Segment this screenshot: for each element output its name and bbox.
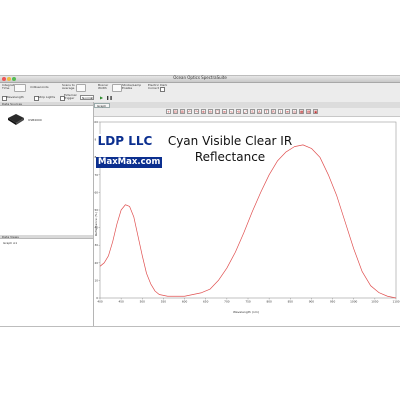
x-tick-label: 550 xyxy=(161,300,167,304)
chart-title-line2: Reflectance xyxy=(194,150,266,164)
scans-to-average-label: Scans to Average xyxy=(62,83,75,91)
plot-tool-button[interactable]: T xyxy=(264,109,269,114)
electric-dark-checkbox[interactable] xyxy=(160,87,165,92)
scans-to-average-input[interactable] xyxy=(76,84,86,92)
spectrometer-icon[interactable] xyxy=(6,112,26,126)
ldp-logo: LDP LLC MaxMax.com xyxy=(96,134,163,168)
x-tick-label: 700 xyxy=(224,300,230,304)
title-bar: Ocean Optics SpectraSuite xyxy=(0,75,400,83)
play-icon[interactable]: ▶ xyxy=(100,95,103,100)
y-tick-label: 0 xyxy=(96,296,98,300)
x-tick-label: 1050 xyxy=(371,300,378,304)
x-tick-label: 650 xyxy=(203,300,209,304)
plot-tool-button[interactable]: ↶ xyxy=(187,109,192,114)
plot-tool-button[interactable]: □ xyxy=(215,109,220,114)
chart-title-line1: Cyan Visible Clear IR xyxy=(167,134,293,148)
plot-tool-button[interactable]: ▦ xyxy=(299,109,304,114)
external-trigger-label: External Trigger xyxy=(64,93,77,101)
integration-time-input[interactable] xyxy=(14,84,26,92)
x-tick-label: 750 xyxy=(245,300,251,304)
x-tick-label: 500 xyxy=(140,300,146,304)
x-tick-label: 400 xyxy=(97,300,103,304)
plot-toolbar: + ⊟ ⊞ ↶ ↷ ⊕ ⊖ □ ≡ ∿ ⟲ ⤢ S A T R I ≋ ◎ ▦ ▤ ▣ xyxy=(94,108,400,117)
data-views-header: Data Views xyxy=(0,235,93,239)
y-tick-label: 60 xyxy=(94,190,98,194)
left-panel: Data Sources USB4000 Data Views Graph A1 xyxy=(0,102,94,326)
plot-tool-button[interactable]: I xyxy=(278,109,283,114)
strip-lights-label: Strip Lights xyxy=(38,95,56,99)
plot-tool-button[interactable]: + xyxy=(166,109,171,114)
x-tick-label: 450 xyxy=(118,300,124,304)
y-axis-label: Reflectance (%) xyxy=(93,212,98,236)
strobe-lamp-label: Strobe/Lamp Enable xyxy=(122,83,142,91)
plot-tool-button[interactable]: ≡ xyxy=(222,109,227,114)
milliseconds-label: milliseconds xyxy=(30,85,49,89)
y-tick-label: 30 xyxy=(94,243,98,247)
plot-tool-button[interactable]: ⟲ xyxy=(236,109,241,114)
plot-tool-button[interactable]: R xyxy=(271,109,276,114)
window-title: Ocean Optics SpectraSuite xyxy=(173,75,227,80)
boxcar-width-label: Boxcar Width xyxy=(98,83,109,91)
x-tick-label: 800 xyxy=(266,300,272,304)
plot-tool-button[interactable]: ▣ xyxy=(313,109,318,114)
x-tick-label: 950 xyxy=(330,300,336,304)
data-sources-header: Data Sources xyxy=(0,102,93,106)
boxcar-width-input[interactable] xyxy=(112,84,122,92)
plot-tool-button[interactable]: ⤢ xyxy=(243,109,248,114)
x-axis-label: Wavelength (nm) xyxy=(233,310,259,314)
data-view-item[interactable]: Graph A1 xyxy=(3,241,17,245)
trigger-mode-select[interactable]: Normal xyxy=(80,95,94,101)
x-tick-label: 900 xyxy=(309,300,315,304)
y-tick-label: 10 xyxy=(94,278,98,282)
wavelength-label: Wavelength xyxy=(6,95,24,99)
y-tick-label: 100 xyxy=(94,120,98,124)
spectrasuite-window: Ocean Optics SpectraSuite Integration Ti… xyxy=(0,75,400,327)
x-tick-label: 850 xyxy=(288,300,294,304)
y-tick-label: 20 xyxy=(94,261,98,265)
plot-tool-button[interactable]: ⊟ xyxy=(173,109,178,114)
x-tick-label: 600 xyxy=(182,300,188,304)
plot-tool-button[interactable]: ∿ xyxy=(229,109,234,114)
plot-tool-button[interactable]: A xyxy=(257,109,262,114)
pause-icon[interactable]: ❚❚ xyxy=(106,95,113,100)
y-tick-label: 70 xyxy=(94,173,98,177)
plot-tool-button[interactable]: ⊕ xyxy=(201,109,206,114)
logo-company-name: LDP LLC xyxy=(97,134,153,148)
logo-website: MaxMax.com xyxy=(96,157,163,168)
plot-tool-button[interactable]: ⊞ xyxy=(180,109,185,114)
plot-tool-button[interactable]: ≋ xyxy=(285,109,290,114)
plot-tool-button[interactable]: ↷ xyxy=(194,109,199,114)
chart-title: Cyan Visible Clear IR Reflectance xyxy=(160,133,300,165)
x-tick-label: 1100 xyxy=(392,300,399,304)
plot-tool-button[interactable]: ▤ xyxy=(306,109,311,114)
plot-tool-button[interactable]: ◎ xyxy=(292,109,297,114)
plot-tool-button[interactable]: ⊖ xyxy=(208,109,213,114)
device-label[interactable]: USB4000 xyxy=(28,118,42,122)
plot-tool-button[interactable]: S xyxy=(250,109,255,114)
x-tick-label: 1000 xyxy=(350,300,357,304)
